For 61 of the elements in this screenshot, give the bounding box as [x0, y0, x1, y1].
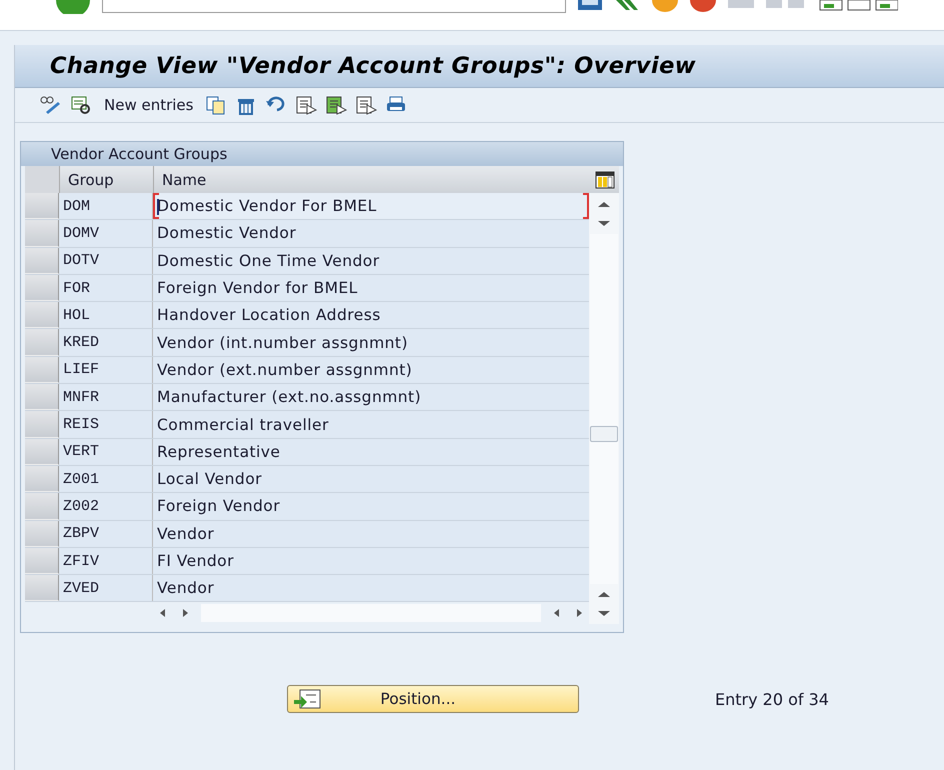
- table-cell: KRED: [59, 329, 153, 356]
- table-cell: ZFIV: [59, 548, 153, 574]
- window-title: Change View "Vendor Account Groups": Overview: [50, 53, 696, 79]
- column-header[interactable]: Name: [154, 166, 595, 193]
- command-field[interactable]: [102, 0, 566, 13]
- table-cell[interactable]: Domestic Vendor For BMEL: [153, 193, 589, 220]
- row-selector[interactable]: [25, 274, 59, 302]
- row-selector[interactable]: [25, 329, 59, 356]
- select-all-cell[interactable]: [25, 166, 60, 193]
- table-cell[interactable]: Vendor (int.number assgnmnt): [153, 329, 589, 356]
- table-cell[interactable]: Domestic Vendor: [153, 220, 589, 247]
- table-cell: MNFR: [59, 384, 153, 410]
- table-cell[interactable]: Domestic One Time Vendor: [153, 248, 589, 274]
- row-selector[interactable]: [25, 302, 59, 328]
- table-cell[interactable]: FI Vendor: [153, 548, 589, 574]
- table-cell: ZBPV: [59, 520, 153, 547]
- table-cell: Z002: [59, 493, 153, 520]
- row-selector[interactable]: [25, 193, 59, 220]
- table-cell: REIS: [59, 411, 153, 438]
- table-cell: DOTV: [59, 248, 153, 274]
- table-cell: FOR: [59, 274, 153, 302]
- row-selector[interactable]: [25, 384, 59, 410]
- table-cell[interactable]: Foreign Vendor: [153, 493, 589, 520]
- save-icon[interactable]: [578, 0, 602, 10]
- new-entries-button[interactable]: New entries: [100, 96, 198, 114]
- table-cell[interactable]: Local Vendor: [153, 466, 589, 492]
- table-cell[interactable]: Commercial traveller: [153, 411, 589, 438]
- glasses-pen-icon[interactable]: [40, 95, 62, 115]
- row-selector[interactable]: [25, 493, 59, 520]
- row-selector[interactable]: [25, 411, 59, 438]
- table-cell[interactable]: Foreign Vendor for BMEL: [153, 274, 589, 302]
- arrow-list-icon: [292, 689, 322, 710]
- entry-counter: Entry 20 of 34: [715, 690, 829, 709]
- row-selector[interactable]: [25, 466, 59, 492]
- row-selector[interactable]: [25, 575, 59, 602]
- table-cell: LIEF: [59, 356, 153, 384]
- position-button[interactable]: Position...: [287, 685, 579, 714]
- table-cell: DOMV: [59, 220, 153, 247]
- table-cell[interactable]: Vendor: [153, 575, 589, 602]
- row-selector[interactable]: [25, 438, 59, 465]
- copy-icon[interactable]: [205, 95, 228, 115]
- table-settings-icon[interactable]: [595, 170, 615, 188]
- row-selector[interactable]: [25, 220, 59, 247]
- table-cell[interactable]: Handover Location Address: [153, 302, 589, 328]
- row-selector[interactable]: [25, 356, 59, 384]
- row-selector[interactable]: [25, 248, 59, 274]
- row-selector[interactable]: [25, 548, 59, 574]
- table-cell[interactable]: Manufacturer (ext.no.assgnmnt): [153, 384, 589, 410]
- table-title: Vendor Account Groups: [51, 145, 228, 163]
- table-cell: VERT: [59, 438, 153, 465]
- table-cell[interactable]: Representative: [153, 438, 589, 465]
- scrollbar-thumb[interactable]: [590, 426, 618, 442]
- table-cell[interactable]: Vendor: [153, 520, 589, 547]
- table-cell: Z001: [59, 466, 153, 492]
- table-cell[interactable]: Vendor (ext.number assgnmnt): [153, 356, 589, 384]
- row-selector[interactable]: [25, 520, 59, 547]
- table-cell: HOL: [59, 302, 153, 328]
- display-icon[interactable]: [70, 95, 92, 115]
- table-cell: DOM: [59, 193, 153, 220]
- table-cell: ZVED: [59, 575, 153, 602]
- check-icon[interactable]: [56, 0, 90, 14]
